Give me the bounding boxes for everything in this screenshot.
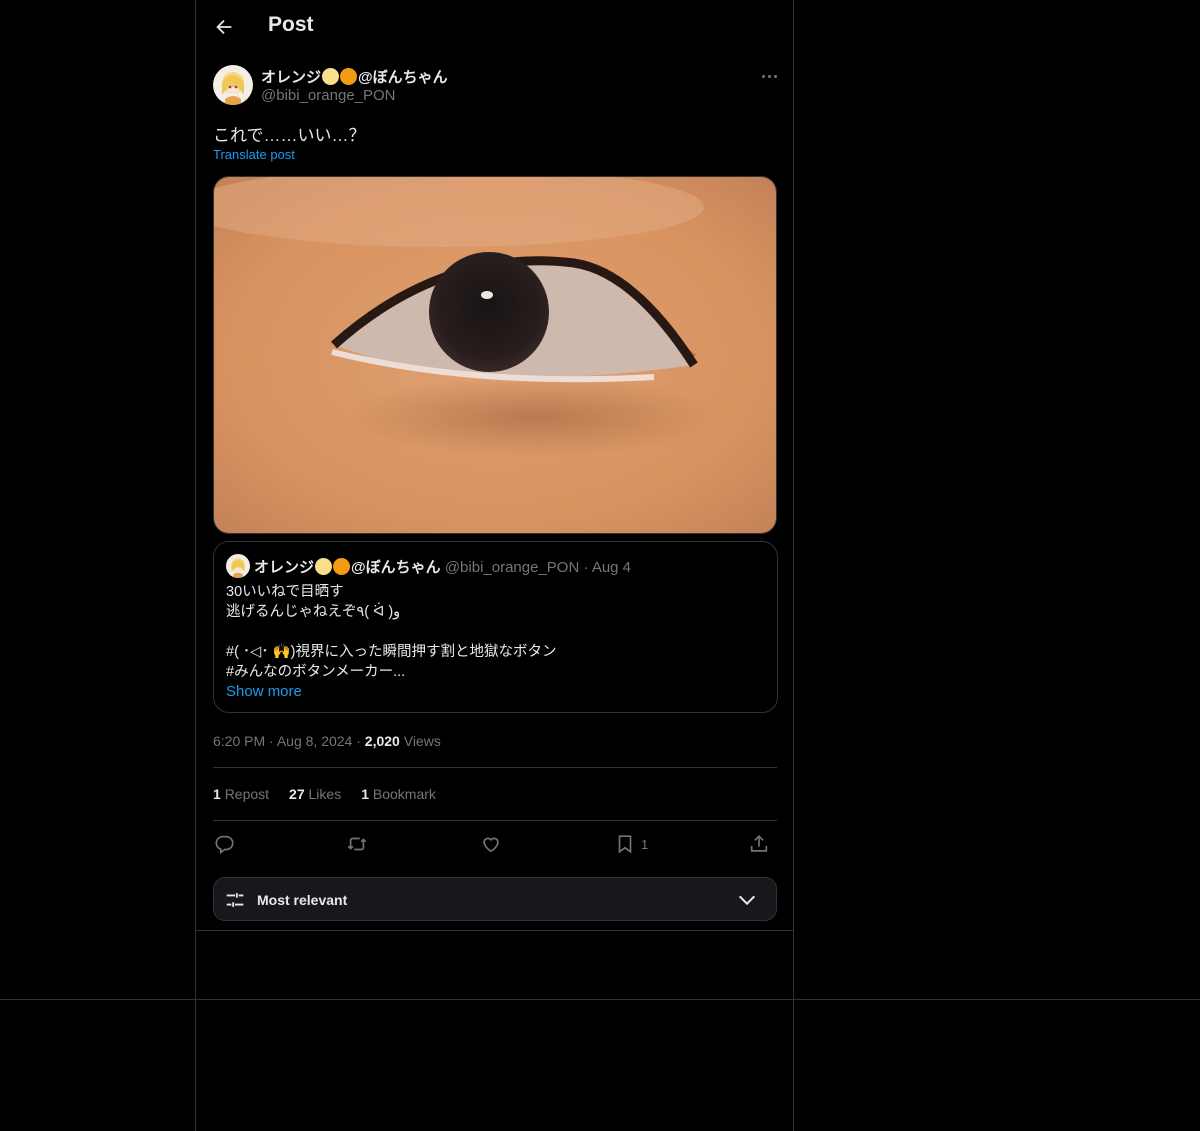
sort-label: Most relevant bbox=[257, 892, 348, 908]
likes-stat[interactable]: 27 Likes bbox=[289, 786, 341, 802]
author-handle[interactable]: @bibi_orange_PON bbox=[261, 87, 395, 104]
eye-photo-icon bbox=[214, 177, 776, 533]
quote-text: 30いいねで目晒す 逃げるんじゃねえぞ٩( ᐛ )و #( ･◁･ 🙌)視界に入… bbox=[226, 582, 556, 702]
views-label: Views bbox=[403, 733, 441, 749]
page-divider bbox=[0, 999, 1200, 1000]
divider bbox=[196, 930, 793, 931]
like-button[interactable] bbox=[480, 832, 502, 856]
show-more-link[interactable]: Show more bbox=[226, 682, 556, 702]
bookmark-count: 1 bbox=[641, 836, 649, 852]
author-name-suffix: @ぼんちゃん bbox=[358, 69, 448, 86]
main-column: Post オレンジ @ぼんちゃん @bibi_orange_PON これで……いい… bbox=[195, 0, 794, 1131]
sliders-icon bbox=[226, 893, 244, 907]
bookmarks-count: 1 bbox=[361, 786, 369, 802]
quote-line: #みんなのボタンメーカー... bbox=[226, 664, 406, 680]
share-icon bbox=[750, 835, 768, 852]
quoted-post[interactable]: オレンジ @ぼんちゃん @bibi_orange_PON · Aug 4 30いい… bbox=[213, 541, 778, 713]
post-date[interactable]: Aug 8, 2024 bbox=[277, 733, 353, 749]
bookmark-button[interactable]: 1 bbox=[614, 832, 648, 856]
bookmark-icon bbox=[618, 835, 632, 854]
meta-separator: · bbox=[269, 733, 274, 749]
bookmarks-label: Bookmark bbox=[372, 786, 436, 802]
heart-icon bbox=[483, 837, 499, 853]
reply-sort-dropdown[interactable]: Most relevant bbox=[213, 877, 777, 921]
quote-handle: @bibi_orange_PON bbox=[444, 559, 580, 576]
divider bbox=[213, 767, 777, 768]
top-bar: Post bbox=[196, 0, 793, 53]
reply-icon bbox=[215, 835, 234, 855]
chevron-down-icon bbox=[738, 895, 756, 906]
meta-separator: · bbox=[356, 733, 361, 749]
engagement-stats: 1 Repost 27 Likes 1 Bookmark bbox=[213, 786, 436, 802]
bookmarks-stat[interactable]: 1 Bookmark bbox=[361, 786, 436, 802]
orange-fruit-icon bbox=[333, 558, 351, 575]
translate-post-link[interactable]: Translate post bbox=[213, 147, 295, 162]
views-count: 2,020 bbox=[364, 733, 400, 749]
quote-line: 逃げるんじゃねえぞ٩( ᐛ )و bbox=[226, 604, 401, 620]
reposts-stat[interactable]: 1 Repost bbox=[213, 786, 269, 802]
divider bbox=[213, 820, 777, 821]
yellow-circle-icon bbox=[322, 68, 340, 85]
repost-icon bbox=[347, 837, 367, 851]
yellow-circle-icon bbox=[315, 558, 333, 575]
reposts-label: Repost bbox=[224, 786, 270, 802]
more-options-icon[interactable] bbox=[755, 66, 783, 86]
quote-separator: · bbox=[583, 559, 589, 576]
quote-avatar bbox=[226, 554, 250, 578]
back-arrow-icon[interactable] bbox=[213, 16, 235, 38]
orange-fruit-icon bbox=[340, 68, 358, 85]
quote-line: 30いいねで目晒す bbox=[226, 584, 344, 600]
reposts-count: 1 bbox=[213, 786, 221, 802]
post-image[interactable] bbox=[213, 176, 777, 534]
post-time[interactable]: 6:20 PM bbox=[213, 733, 265, 749]
quote-date: Aug 4 bbox=[591, 559, 632, 576]
quote-line: #( ･◁･ 🙌)視界に入った瞬間押す割と地獄なボタン bbox=[226, 644, 557, 660]
action-bar: 1 bbox=[213, 832, 777, 858]
quote-line bbox=[226, 622, 556, 642]
post-meta: 6:20 PM · Aug 8, 2024 · 2,020 Views bbox=[213, 733, 441, 749]
author-name[interactable]: オレンジ bbox=[261, 69, 321, 86]
quote-author-line: オレンジ @ぼんちゃん @bibi_orange_PON · Aug 4 bbox=[254, 556, 631, 577]
avatar[interactable] bbox=[213, 65, 253, 105]
likes-label: Likes bbox=[308, 786, 342, 802]
quote-author-name: オレンジ bbox=[254, 559, 315, 576]
quote-author-suffix: @ぼんちゃん bbox=[351, 559, 441, 576]
author-line: オレンジ @ぼんちゃん bbox=[261, 66, 448, 87]
share-button[interactable] bbox=[748, 832, 770, 856]
likes-count: 27 bbox=[289, 786, 305, 802]
reply-button[interactable] bbox=[213, 832, 235, 856]
repost-button[interactable] bbox=[346, 832, 368, 856]
page-title: Post bbox=[268, 13, 314, 36]
post-text: これで……いい…？ bbox=[213, 126, 366, 145]
